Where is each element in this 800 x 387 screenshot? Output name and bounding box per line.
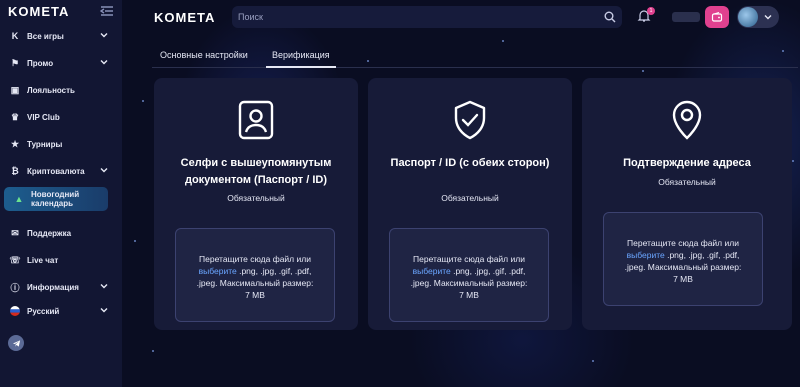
chevron-down-icon (100, 284, 108, 289)
chevron-down-icon (100, 168, 108, 173)
chevron-down-icon (764, 15, 772, 20)
dropzone-max-size: .jpeg. Максимальный размер: (410, 278, 528, 288)
kometa-icon: K (11, 31, 19, 41)
dropzone-formats: .png, .jpg, .gif, .pdf, (236, 266, 312, 276)
settings-tabs: Основные настройки Верификация (152, 44, 798, 68)
sidebar: KOMETA K Все игры ⚑ Промо ▣ Лояльность ♛… (0, 0, 122, 387)
address-verification-card: Подтверждение адреса Обязательный Перета… (582, 78, 792, 330)
dropzone-max-size: .jpeg. Максимальный размер: (196, 278, 314, 288)
crown-icon: ♛ (10, 111, 20, 122)
file-dropzone[interactable]: Перетащите сюда файл или выберите .png, … (389, 228, 549, 322)
headset-icon: ☏ (9, 254, 21, 265)
top-header: KOMETA Поиск 1 (122, 0, 800, 36)
wallet-icon (711, 11, 723, 22)
wallet-button[interactable] (705, 6, 729, 28)
tab-main-settings[interactable]: Основные настройки (160, 50, 248, 66)
avatar (738, 7, 758, 27)
search-icon[interactable] (604, 11, 616, 23)
telegram-button[interactable] (8, 335, 24, 351)
notification-badge: 1 (647, 7, 655, 15)
info-icon: ⓘ (10, 282, 20, 293)
sidebar-logo[interactable]: KOMETA (8, 4, 69, 19)
card-title: Паспорт / ID (с обеих сторон) (390, 157, 550, 169)
sidebar-item-label: Турниры (27, 139, 63, 149)
sidebar-item-label: Промо (27, 58, 54, 68)
sidebar-item-promo[interactable]: ⚑ Промо (0, 52, 122, 74)
passport-verification-card: Паспорт / ID (с обеих сторон) Обязательн… (368, 78, 572, 330)
sidebar-item-all-games[interactable]: K Все игры (0, 25, 122, 47)
tree-icon: ▲ (14, 193, 24, 204)
crypto-icon: ₿ (11, 166, 19, 176)
chevron-down-icon (100, 308, 108, 313)
sidebar-item-vip-club[interactable]: ♛ VIP Club (0, 106, 122, 128)
card-title: Подтверждение адреса (623, 157, 751, 169)
tab-verification[interactable]: Верификация (266, 50, 336, 68)
dropzone-size-value: 7 MB (673, 274, 693, 284)
file-dropzone[interactable]: Перетащите сюда файл или выберите .png, … (175, 228, 335, 322)
sidebar-item-label: Все игры (27, 31, 64, 41)
profile-menu-button[interactable] (737, 6, 779, 28)
required-label: Обязательный (658, 177, 716, 187)
dropzone-size-value: 7 MB (245, 290, 265, 300)
chevron-down-icon (100, 60, 108, 65)
sidebar-item-loyalty[interactable]: ▣ Лояльность (0, 79, 122, 101)
sidebar-item-tournaments[interactable]: ★ Турниры (0, 133, 122, 155)
id-card-icon (238, 100, 274, 140)
choose-file-link[interactable]: выберите (413, 266, 451, 276)
sidebar-item-support[interactable]: ✉ Поддержка (0, 222, 122, 244)
required-label: Обязательный (441, 193, 499, 203)
choose-file-link[interactable]: выберите (627, 250, 665, 260)
dropzone-text: Перетащите сюда файл или (627, 238, 739, 248)
header-logo[interactable]: KOMETA (154, 10, 215, 25)
loyalty-icon: ▣ (10, 84, 20, 95)
sidebar-item-label: Новогодний календарь (31, 190, 80, 208)
dropzone-formats: .png, .jpg, .gif, .pdf, (450, 266, 526, 276)
search-input[interactable]: Поиск (232, 6, 622, 28)
sidebar-item-live-chat[interactable]: ☏ Live чат (0, 249, 122, 271)
dropzone-text: Перетащите сюда файл или (413, 254, 525, 264)
dropzone-text: Перетащите сюда файл или (199, 254, 311, 264)
dropzone-size-value: 7 MB (459, 290, 479, 300)
trophy-icon: ★ (10, 138, 20, 149)
russian-flag-icon (10, 306, 20, 316)
megaphone-icon: ⚑ (10, 57, 20, 68)
sidebar-item-label: Поддержка (27, 228, 72, 238)
card-title: Селфи с вышеупомянутым документом (Паспо… (180, 157, 332, 186)
sidebar-item-info[interactable]: ⓘ Информация (0, 276, 122, 298)
sidebar-item-label: Информация (27, 282, 79, 292)
sidebar-item-label: Live чат (27, 255, 59, 265)
sidebar-item-new-year-calendar[interactable]: ▲ Новогодний календарь (4, 187, 108, 211)
dropzone-formats: .png, .jpg, .gif, .pdf, (664, 250, 740, 260)
telegram-icon (12, 339, 20, 347)
search-placeholder: Поиск (238, 12, 263, 22)
location-pin-icon (672, 100, 702, 140)
sidebar-item-label: VIP Club (27, 112, 60, 122)
sidebar-item-label: Лояльность (27, 85, 75, 95)
file-dropzone[interactable]: Перетащите сюда файл или выберите .png, … (603, 212, 763, 306)
collapse-sidebar-icon[interactable] (100, 5, 114, 17)
sidebar-item-label: Криптовалюта (27, 166, 85, 176)
choose-file-link[interactable]: выберите (199, 266, 237, 276)
support-icon: ✉ (11, 227, 19, 238)
language-label: Русский (27, 306, 60, 316)
sidebar-item-crypto[interactable]: ₿ Криптовалюта (0, 160, 122, 182)
shield-check-icon (454, 100, 486, 140)
dropzone-max-size: .jpeg. Максимальный размер: (624, 262, 742, 272)
language-selector[interactable]: Русский (0, 300, 122, 322)
balance-display (672, 12, 700, 22)
selfie-verification-card: Селфи с вышеупомянутым документом (Паспо… (154, 78, 358, 330)
chevron-down-icon (100, 33, 108, 38)
required-label: Обязательный (227, 193, 285, 203)
